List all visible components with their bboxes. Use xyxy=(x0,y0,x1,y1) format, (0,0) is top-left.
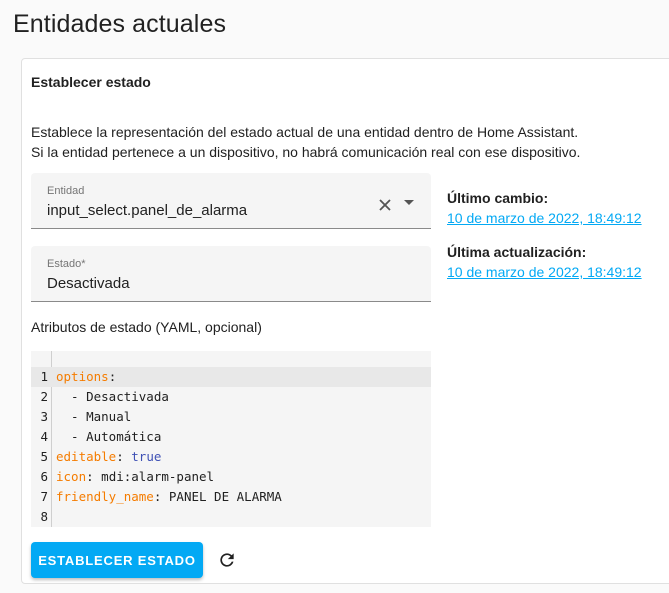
last-updated-label: Última actualización: xyxy=(447,244,587,260)
yaml-key: editable xyxy=(56,449,117,464)
state-field-label: Estado* xyxy=(47,258,86,270)
line-number: 4 xyxy=(40,429,48,444)
state-field[interactable]: Estado* Desactivada xyxy=(31,246,431,302)
refresh-icon[interactable] xyxy=(217,550,237,570)
last-changed-label: Último cambio: xyxy=(447,190,549,206)
yaml-boolean: true xyxy=(131,449,162,464)
yaml-value: PANEL DE ALARMA xyxy=(168,489,282,504)
set-state-card: Establecer estado Establece la represent… xyxy=(21,58,669,584)
card-description: Establece la representación del estado a… xyxy=(31,122,580,162)
yaml-separator: : xyxy=(116,449,132,464)
last-changed-link[interactable]: 10 de marzo de 2022, 18:49:12 xyxy=(447,210,642,226)
line-number: 6 xyxy=(40,469,48,484)
yaml-separator: : xyxy=(153,489,169,504)
line-number: 8 xyxy=(40,509,48,524)
line-number: 5 xyxy=(40,449,48,464)
editor-line[interactable]: 4 - Automática xyxy=(31,427,431,447)
description-line-2: Si la entidad pertenece a un dispositivo… xyxy=(31,144,581,160)
code-text: - Manual xyxy=(56,407,131,427)
yaml-value: - Desactivada xyxy=(56,389,169,404)
code-text: icon: mdi:alarm-panel xyxy=(56,467,214,487)
code-text: editable: true xyxy=(56,447,161,467)
editor-line[interactable]: 6 icon: mdi:alarm-panel xyxy=(31,467,431,487)
yaml-value: mdi:alarm-panel xyxy=(101,469,215,484)
line-number: 2 xyxy=(40,389,48,404)
description-line-1: Establece la representación del estado a… xyxy=(31,124,579,140)
last-updated: Última actualización: 10 de marzo de 202… xyxy=(447,244,642,280)
line-number: 7 xyxy=(40,489,48,504)
entity-field-label: Entidad xyxy=(47,185,85,197)
chevron-down-icon[interactable] xyxy=(404,200,414,205)
yaml-editor[interactable]: 1 options: 2 - Desactivada 3 - Manual 4 - Au… xyxy=(31,351,431,527)
code-text: options: xyxy=(56,367,116,387)
last-updated-link[interactable]: 10 de marzo de 2022, 18:49:12 xyxy=(447,264,642,280)
editor-line[interactable]: 5 editable: true xyxy=(31,447,431,467)
code-text: friendly_name: PANEL DE ALARMA xyxy=(56,487,282,507)
editor-line[interactable]: 1 options: xyxy=(31,367,431,387)
editor-line[interactable]: 7 friendly_name: PANEL DE ALARMA xyxy=(31,487,431,507)
code-text: - Desactivada xyxy=(56,387,169,407)
page-title: Entidades actuales xyxy=(13,10,227,38)
yaml-value: - Manual xyxy=(56,409,132,424)
attributes-label: Atributos de estado (YAML, opcional) xyxy=(31,319,262,335)
entity-field-value[interactable]: input_select.panel_de_alarma xyxy=(47,202,247,219)
editor-line[interactable]: 2 - Desactivada xyxy=(31,387,431,407)
state-field-value[interactable]: Desactivada xyxy=(47,275,130,292)
entity-field[interactable]: Entidad input_select.panel_de_alarma xyxy=(31,173,431,229)
line-number: 3 xyxy=(40,409,48,424)
yaml-value: - Automática xyxy=(56,429,162,444)
close-icon[interactable] xyxy=(377,197,393,213)
editor-line[interactable]: 8 xyxy=(31,507,431,527)
editor-line[interactable]: 3 - Manual xyxy=(31,407,431,427)
yaml-separator: : xyxy=(86,469,102,484)
yaml-key: icon xyxy=(56,469,87,484)
line-number: 1 xyxy=(40,369,48,384)
code-text: - Automática xyxy=(56,427,161,447)
set-state-button[interactable]: ESTABLECER ESTADO xyxy=(31,542,203,578)
card-title: Establecer estado xyxy=(31,74,151,90)
yaml-key: friendly_name xyxy=(56,489,154,504)
yaml-key: options xyxy=(56,369,109,384)
yaml-separator: : xyxy=(108,369,117,384)
last-changed: Último cambio: 10 de marzo de 2022, 18:4… xyxy=(447,190,642,226)
